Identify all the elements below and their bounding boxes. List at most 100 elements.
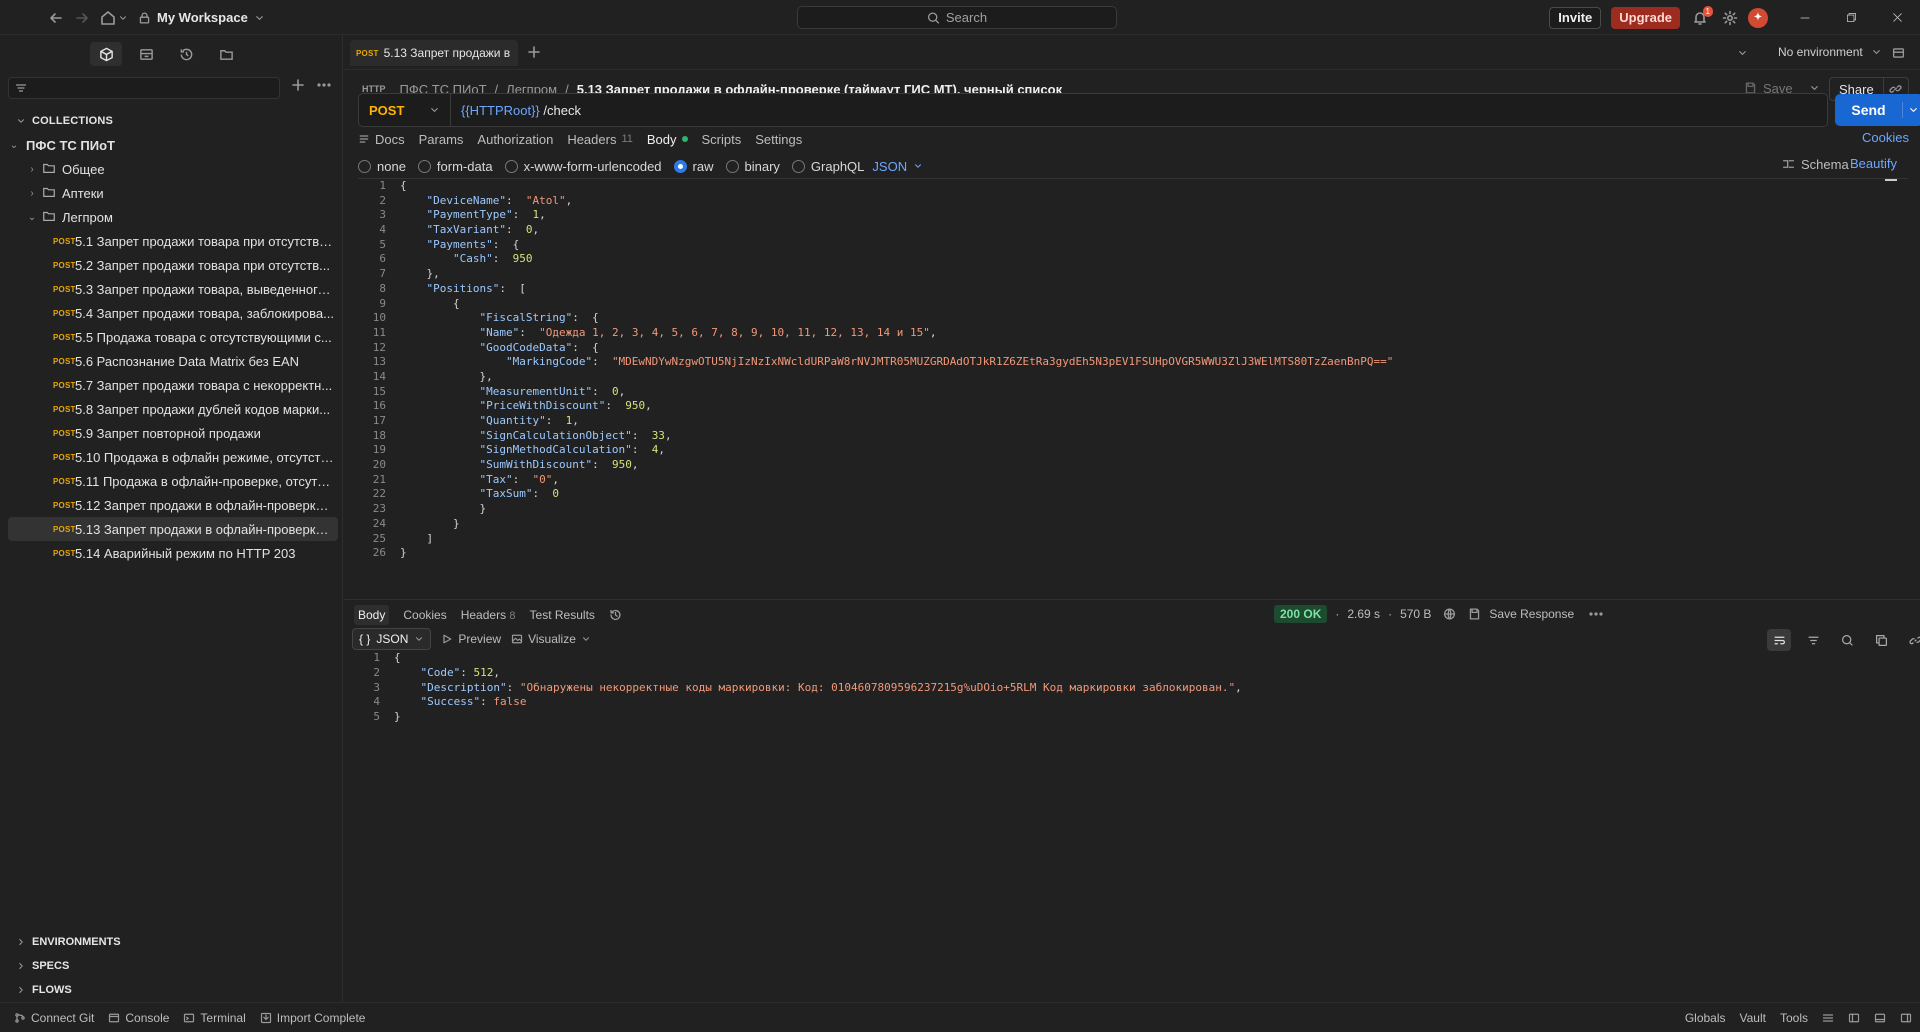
specs-section-header[interactable]: SPECS: [0, 954, 343, 978]
tab-params[interactable]: Params: [419, 132, 464, 147]
tab-request-active[interactable]: POST 5.13 Запрет продажи в: [350, 40, 518, 66]
radio-graphql[interactable]: GraphQL: [791, 159, 864, 174]
back-arrow-icon[interactable]: [48, 10, 64, 26]
tab-body[interactable]: Body: [647, 132, 688, 147]
global-search[interactable]: Search: [797, 6, 1117, 29]
tools-button[interactable]: Tools: [1780, 1011, 1808, 1025]
sidebar-request-item[interactable]: POST 5.1 Запрет продажи товара при отсутс…: [8, 229, 338, 253]
radio-binary[interactable]: binary: [725, 159, 780, 174]
sidebar-request-item[interactable]: POST 5.2 Запрет продажи товара при отсутс…: [8, 253, 338, 277]
radio-urlencoded[interactable]: x-www-form-urlencoded: [504, 159, 662, 174]
chevron-down-icon[interactable]: [1903, 102, 1920, 118]
sidebar-request-item[interactable]: POST 5.7 Запрет продажи товара с некоррек…: [8, 373, 338, 397]
right-pane-icon[interactable]: [1900, 1010, 1912, 1026]
chevron-down-icon[interactable]: [581, 631, 591, 647]
history-icon[interactable]: [609, 607, 622, 623]
editor-scrollbar[interactable]: [1885, 179, 1897, 181]
settings-sliders-icon[interactable]: [1822, 1010, 1834, 1026]
response-tab-headers[interactable]: Headers 8: [461, 608, 516, 622]
send-button[interactable]: Send: [1835, 94, 1920, 126]
tab-docs[interactable]: Docs: [358, 131, 405, 147]
radio-none[interactable]: none: [358, 159, 406, 174]
more-options-icon[interactable]: [316, 77, 332, 93]
response-time[interactable]: 2.69 s: [1347, 607, 1380, 621]
connect-git-button[interactable]: Connect Git: [14, 1010, 94, 1026]
chevron-down-icon[interactable]: [1737, 45, 1748, 61]
filter-icon[interactable]: [1801, 629, 1825, 651]
plus-icon[interactable]: [526, 44, 542, 60]
environments-section-header[interactable]: ENVIRONMENTS: [0, 930, 343, 954]
sidebar-request-item[interactable]: POST 5.6 Распознание Data Matrix без EAN: [8, 349, 338, 373]
gear-icon[interactable]: [1722, 10, 1738, 26]
link-icon[interactable]: [1903, 629, 1920, 651]
save-response-button[interactable]: Save Response: [1489, 607, 1574, 621]
import-status[interactable]: Import Complete: [260, 1010, 365, 1026]
close-window-button[interactable]: [1874, 0, 1920, 35]
response-tab-cookies[interactable]: Cookies: [403, 608, 446, 622]
tab-scripts[interactable]: Scripts: [702, 132, 742, 147]
copy-icon[interactable]: [1869, 629, 1893, 651]
sidebar-request-item[interactable]: POST 5.9 Запрет повторной продажи: [8, 421, 338, 445]
forward-arrow-icon[interactable]: [74, 10, 90, 26]
folder-icon[interactable]: [210, 42, 242, 66]
chevron-down-icon[interactable]: [118, 10, 128, 26]
collections-icon[interactable]: [90, 42, 122, 66]
cookies-link[interactable]: Cookies: [1862, 130, 1909, 145]
sidebar-request-item[interactable]: POST 5.11 Продажа в офлайн-проверке, отсу…: [8, 469, 338, 493]
collections-section-header[interactable]: COLLECTIONS: [16, 113, 113, 129]
response-body-viewer[interactable]: 1{2 "Code": 512, 3 "Description": "Обнару…: [352, 651, 1902, 751]
upgrade-button[interactable]: Upgrade: [1611, 6, 1680, 29]
environment-quicklook-icon[interactable]: [1892, 45, 1905, 61]
invite-button[interactable]: Invite: [1549, 6, 1602, 29]
sidebar-filter-input[interactable]: [8, 77, 280, 99]
terminal-button[interactable]: Terminal: [183, 1010, 246, 1026]
more-options-icon[interactable]: [1588, 606, 1604, 622]
sidebar-request-item[interactable]: POST 5.8 Запрет продажи дублей кодов марк…: [8, 397, 338, 421]
history-icon[interactable]: [170, 42, 202, 66]
bottom-pane-icon[interactable]: [1874, 1010, 1886, 1026]
tab-headers[interactable]: Headers 11: [567, 132, 633, 147]
avatar[interactable]: ✦: [1748, 7, 1768, 28]
plus-icon[interactable]: [290, 77, 306, 93]
console-button[interactable]: Console: [108, 1010, 169, 1026]
request-body-editor[interactable]: 1{2 "DeviceName": "Atol", 3 "PaymentType"…: [358, 178, 1908, 595]
collection-item[interactable]: ⌄ ПФС ТС ПИоТ: [8, 133, 338, 157]
restore-window-button[interactable]: [1828, 0, 1874, 35]
response-size[interactable]: 570 B: [1400, 607, 1431, 621]
radio-form-data[interactable]: form-data: [417, 159, 493, 174]
sidebar-request-item[interactable]: POST 5.3 Запрет продажи товара, выведенно…: [8, 277, 338, 301]
minimize-window-button[interactable]: [1782, 0, 1828, 35]
workspace-selector[interactable]: My Workspace: [138, 10, 265, 26]
beautify-button[interactable]: Beautify: [1850, 156, 1897, 171]
tab-settings[interactable]: Settings: [755, 132, 802, 147]
search-icon[interactable]: [1835, 629, 1859, 651]
panel-divider[interactable]: [344, 599, 1920, 600]
sidebar-request-item[interactable]: POST 5.13 Запрет продажи в офлайн-проверк…: [8, 517, 338, 541]
status-badge[interactable]: 200 OK: [1274, 605, 1328, 623]
sidebar-request-item[interactable]: POST 5.10 Продажа в офлайн режиме, отсутс…: [8, 445, 338, 469]
method-select[interactable]: POST: [359, 94, 451, 126]
sidebar-request-item[interactable]: POST 5.12 Запрет продажи в офлайн-проверк…: [8, 493, 338, 517]
vault-button[interactable]: Vault: [1740, 1011, 1766, 1025]
folder-item[interactable]: › Аптеки: [8, 181, 338, 205]
response-tab-body[interactable]: Body: [354, 605, 390, 625]
language-select[interactable]: JSON: [872, 158, 923, 174]
sidebar-request-item[interactable]: POST 5.4 Запрет продажи товара, заблокиро…: [8, 301, 338, 325]
globals-button[interactable]: Globals: [1685, 1011, 1726, 1025]
tab-authorization[interactable]: Authorization: [477, 132, 553, 147]
folder-item[interactable]: › Общее: [8, 157, 338, 181]
folder-item[interactable]: ⌄ Легпром: [8, 205, 338, 229]
radio-raw[interactable]: raw: [673, 159, 714, 174]
globe-icon[interactable]: [1443, 606, 1456, 622]
visualize-button[interactable]: Visualize: [511, 631, 591, 647]
preview-button[interactable]: Preview: [441, 631, 501, 647]
wrap-lines-icon[interactable]: [1767, 629, 1791, 651]
schema-button[interactable]: Schema: [1782, 156, 1849, 172]
bell-icon[interactable]: 1: [1692, 5, 1713, 26]
response-format-select[interactable]: { } JSON: [352, 628, 432, 650]
response-tab-test-results[interactable]: Test Results: [530, 608, 595, 622]
url-input[interactable]: {{HTTPRoot}} /check: [451, 103, 581, 118]
sidebar-request-item[interactable]: POST 5.14 Аварийный режим по HTTP 203: [8, 541, 338, 565]
two-pane-icon[interactable]: [1848, 1010, 1860, 1026]
sidebar-request-item[interactable]: POST 5.5 Продажа товара с отсутствующими …: [8, 325, 338, 349]
